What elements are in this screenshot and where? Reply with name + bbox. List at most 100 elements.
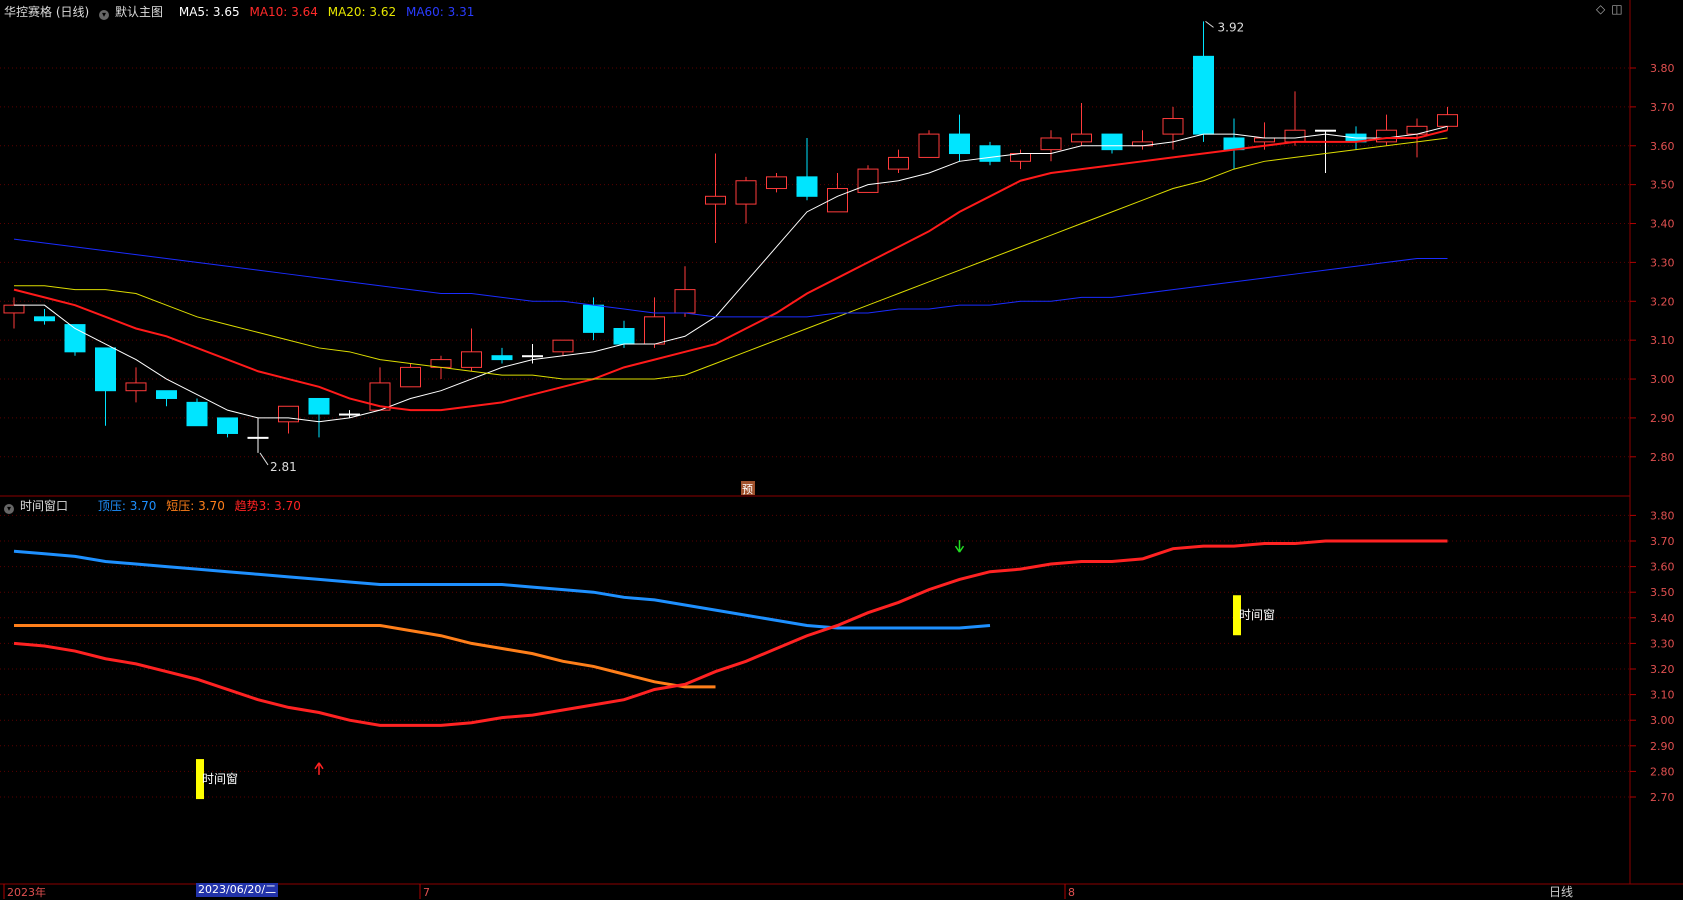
candle[interactable] <box>522 344 543 364</box>
candle[interactable] <box>979 141 1001 166</box>
candle-body <box>95 347 116 392</box>
candle[interactable] <box>34 309 55 325</box>
candle-body <box>400 366 421 388</box>
cursor-date-label: 2023/06/20/二 <box>196 883 279 897</box>
candle[interactable] <box>461 328 482 372</box>
y-tick-label: 3.80 <box>1650 62 1675 75</box>
y-tick-label: 3.40 <box>1650 612 1675 625</box>
forecast-icon[interactable]: 预 <box>741 481 755 496</box>
y-tick-label: 3.80 <box>1650 509 1675 522</box>
candle-body <box>1406 125 1428 135</box>
candle[interactable] <box>705 153 726 243</box>
y-tick-label: 3.20 <box>1650 295 1675 308</box>
candle[interactable] <box>156 390 177 407</box>
sub-line-0 <box>13 549 991 630</box>
candle-body <box>888 156 909 170</box>
candle[interactable] <box>217 417 238 438</box>
candle[interactable] <box>735 176 757 224</box>
candle[interactable] <box>766 172 787 193</box>
high-pointer <box>1205 20 1214 28</box>
candle-body <box>552 339 574 353</box>
candle[interactable] <box>1193 21 1214 142</box>
candle-body <box>705 195 726 205</box>
y-tick-label: 2.70 <box>1650 791 1675 804</box>
candle[interactable] <box>552 339 574 356</box>
candle-body <box>1254 137 1275 143</box>
candle-body <box>766 176 787 190</box>
candle-body <box>1071 133 1092 143</box>
candle[interactable] <box>1315 129 1336 173</box>
candle-body <box>34 316 55 322</box>
candle[interactable] <box>186 398 208 427</box>
candle[interactable] <box>1223 118 1245 170</box>
candle[interactable] <box>491 347 513 364</box>
chart-canvas[interactable]: 3.80 3.70 3.60 3.50 3.40 3.30 3.20 3.10 3.00 2.90… <box>0 0 1683 899</box>
y-tick-label: 2.80 <box>1650 765 1675 778</box>
candle-body <box>674 289 696 314</box>
candle-body <box>217 417 238 434</box>
y-tick-label: 3.30 <box>1650 637 1675 650</box>
candle-body <box>857 168 879 193</box>
candle[interactable] <box>1040 130 1062 162</box>
candle-body <box>247 436 269 439</box>
low-price-label: 2.81 <box>270 460 297 474</box>
candle[interactable] <box>1132 130 1153 150</box>
candle[interactable] <box>95 347 116 426</box>
candle-body <box>796 176 818 197</box>
candle[interactable] <box>918 130 940 158</box>
y-tick-label: 2.80 <box>1650 451 1675 464</box>
candle-body <box>1162 118 1184 135</box>
candle-body <box>644 316 665 345</box>
y-tick-label: 3.60 <box>1650 140 1675 153</box>
candle-body <box>979 145 1001 162</box>
candle-body <box>186 401 208 427</box>
candle[interactable] <box>857 165 879 193</box>
forecast-mark: 预 <box>742 483 753 496</box>
candle[interactable] <box>949 114 970 162</box>
candle-body <box>1101 133 1123 151</box>
y-tick-label: 3.30 <box>1650 256 1675 269</box>
candle[interactable] <box>888 149 909 173</box>
candle[interactable] <box>1101 133 1123 154</box>
candle[interactable] <box>64 324 86 356</box>
candle[interactable] <box>644 297 665 348</box>
y-tick-label: 3.10 <box>1650 334 1675 347</box>
candle-body <box>613 327 635 345</box>
up-arrow-icon <box>314 762 324 775</box>
time-window-marker: 时间窗 <box>1233 595 1275 636</box>
down-arrow-icon <box>954 540 965 553</box>
candle[interactable] <box>1071 102 1092 146</box>
candle[interactable] <box>1376 114 1397 146</box>
candle-body <box>308 397 330 415</box>
candle[interactable] <box>339 410 360 418</box>
candle[interactable] <box>674 266 696 317</box>
candle[interactable] <box>247 417 269 453</box>
y-tick-label: 2.90 <box>1650 740 1675 753</box>
candle-body <box>949 133 970 155</box>
time-window-label: 时间窗 <box>1239 608 1275 622</box>
candle-body <box>1437 114 1458 127</box>
candle[interactable] <box>827 172 848 213</box>
time-window-marker: 时间窗 <box>196 759 238 800</box>
sub-line-1 <box>14 623 716 689</box>
candle-body <box>735 180 757 205</box>
y-tick-label: 3.50 <box>1650 179 1675 192</box>
y-tick-label: 3.00 <box>1650 373 1675 386</box>
y-tick-label: 3.20 <box>1650 663 1675 676</box>
candle[interactable] <box>1010 149 1031 170</box>
candle-body <box>278 405 299 423</box>
candle[interactable] <box>400 363 421 388</box>
candle-body <box>3 304 25 314</box>
y-tick-label: 2.90 <box>1650 412 1675 425</box>
candle-body <box>918 133 940 158</box>
candle-body <box>125 382 147 392</box>
candle-body <box>461 351 482 368</box>
sub-line-2 <box>13 539 1448 727</box>
candle-body <box>522 355 543 358</box>
period-label[interactable]: 日线 <box>1549 883 1573 900</box>
candle[interactable] <box>278 405 299 434</box>
candle-body <box>583 304 604 333</box>
candle[interactable] <box>3 297 25 329</box>
candle[interactable] <box>125 367 147 403</box>
candle[interactable] <box>796 137 818 201</box>
